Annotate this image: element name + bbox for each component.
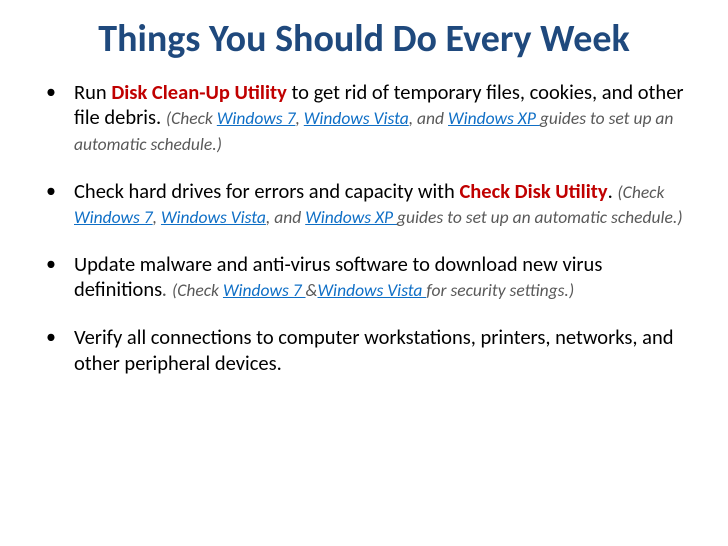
slide-title: Things You Should Do Every Week [28,18,700,62]
text: , [295,107,303,129]
text: . [162,276,172,302]
text: (Check [166,107,217,129]
slide: Things You Should Do Every Week Run Disk… [0,0,728,546]
text: , and [409,107,448,129]
text: , [153,206,161,228]
link-windows-vista[interactable]: Windows Vista [304,107,409,129]
text: for security settings.) [426,279,574,301]
text: Check hard drives for errors and capacit… [74,178,459,204]
emphasis-text: Disk Clean-Up Utility [111,79,287,105]
link-windows-xp[interactable]: Windows XP [305,206,397,228]
emphasis-text: Check Disk Utility [459,178,607,204]
text: guides to set up an automatic schedule.) [397,206,683,228]
link-windows-7[interactable]: Windows 7 [217,107,296,129]
link-windows-7[interactable]: Windows 7 [74,206,153,228]
text: Run [74,79,111,105]
bullet-list: Run Disk Clean-Up Utility to get rid of … [28,80,700,377]
list-item: Verify all connections to computer works… [46,325,690,376]
note-text: . (Check Windows 7 &Windows Vista for se… [162,279,574,301]
link-windows-xp[interactable]: Windows XP [448,107,540,129]
list-item: Run Disk Clean-Up Utility to get rid of … [46,80,690,157]
link-windows-7[interactable]: Windows 7 [223,279,306,301]
text: , and [266,206,305,228]
text: & [306,279,318,301]
text: Verify all connections to computer works… [74,324,674,376]
text: (Check [617,181,664,203]
list-item: Update malware and anti-virus software t… [46,252,690,303]
link-windows-vista[interactable]: Windows Vista [317,279,426,301]
link-windows-vista[interactable]: Windows Vista [161,206,266,228]
text: (Check [172,279,223,301]
list-item: Check hard drives for errors and capacit… [46,179,690,230]
text: . [608,178,618,204]
